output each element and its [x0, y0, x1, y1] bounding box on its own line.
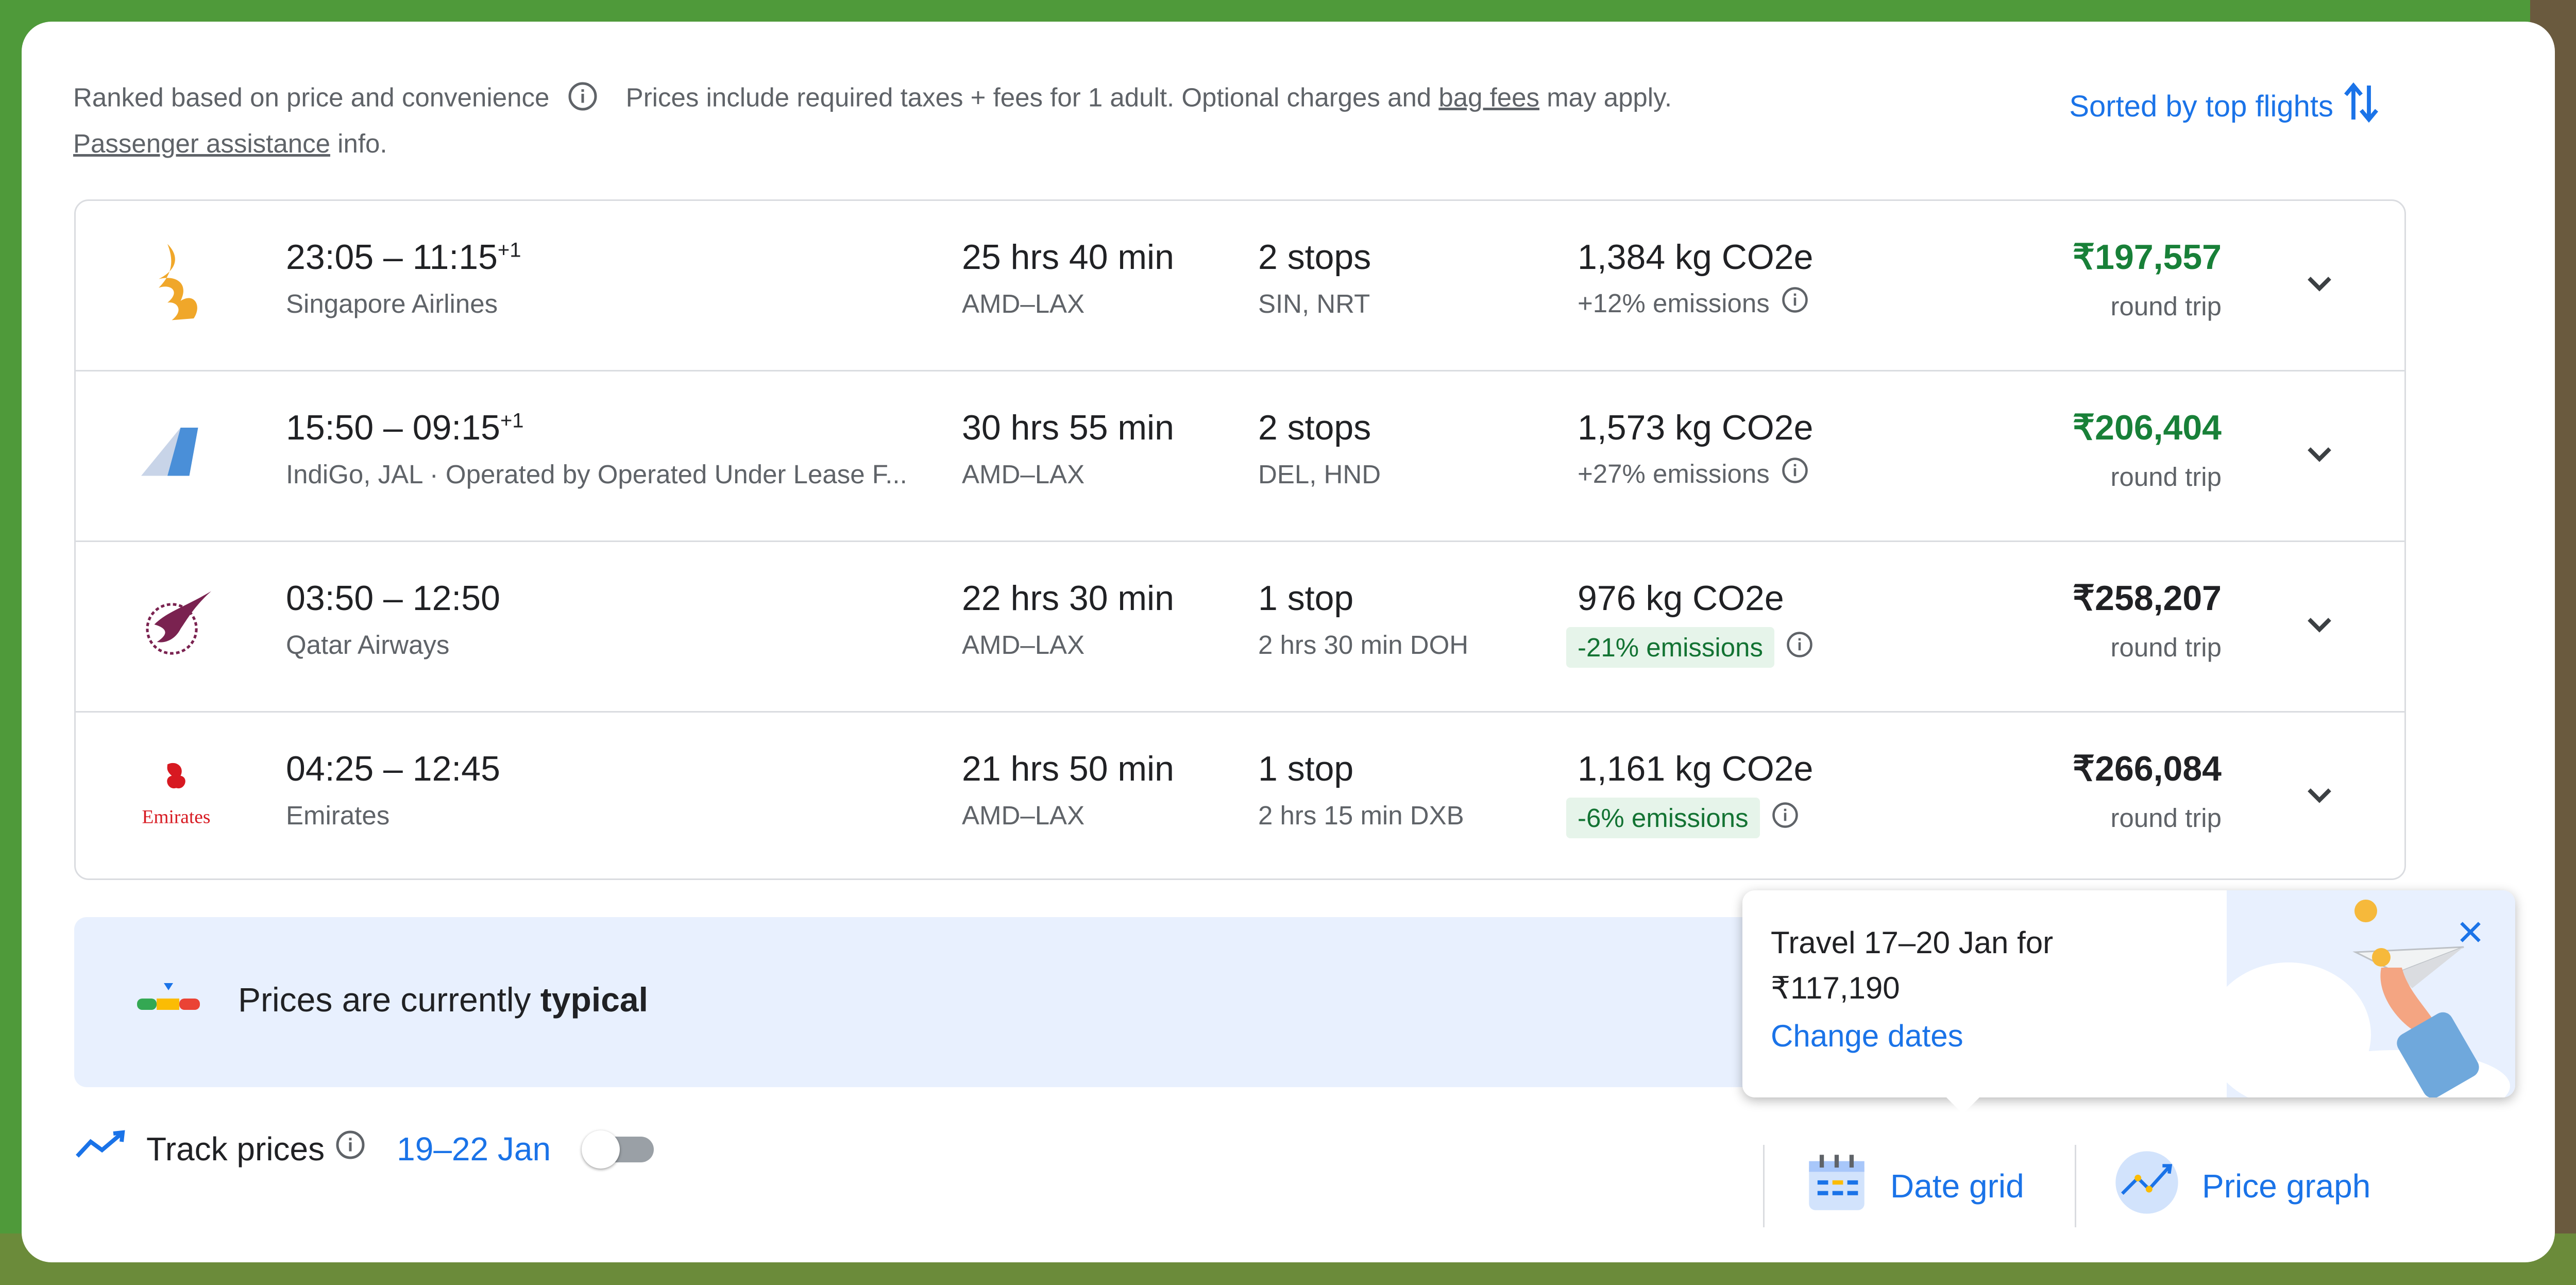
info-icon[interactable]: [1771, 801, 1799, 835]
flight-price: ₹258,207: [2072, 579, 2222, 618]
multi-airline-logo: [132, 410, 220, 498]
stops-count: 2 stops: [1258, 238, 1371, 277]
flight-route: AMD–LAX: [962, 289, 1085, 318]
popup-dates: Travel 17–20 Jan for: [1771, 925, 2054, 960]
co2-value: 976 kg CO2e: [1578, 579, 1784, 618]
popup-pointer: [1942, 1093, 1984, 1114]
info-icon[interactable]: [1781, 286, 1809, 320]
flight-duration: 21 hrs 50 min: [962, 749, 1174, 788]
emirates-logo: Emirates: [132, 751, 220, 839]
flight-times: 04:25 – 12:45: [286, 749, 500, 788]
stops-count: 1 stop: [1258, 579, 1354, 618]
ranking-info: Ranked based on price and convenience Pr…: [73, 81, 1672, 118]
popup-price: ₹117,190: [1771, 971, 1900, 1005]
price-insight-text: Prices are currently typical: [238, 980, 648, 1019]
emissions-label: +27% emissions: [1578, 459, 1770, 488]
stops-count: 1 stop: [1258, 749, 1354, 788]
date-grid-label: Date grid: [1890, 1168, 2024, 1205]
emissions-info: -21% emissions: [1566, 627, 1814, 668]
change-dates-link[interactable]: Change dates: [1771, 1018, 1963, 1054]
qatar-airways-logo: [132, 581, 220, 668]
flight-times: 15:50 – 09:15+1: [286, 408, 524, 447]
flight-row[interactable]: 03:50 – 12:50 Qatar Airways 22 hrs 30 mi…: [76, 542, 2404, 713]
price-graph-icon: [2113, 1149, 2180, 1224]
price-level-icon: [135, 978, 202, 1019]
flight-duration: 30 hrs 55 min: [962, 408, 1174, 447]
bag-fees-link[interactable]: bag fees: [1438, 82, 1539, 112]
trip-type: round trip: [2110, 292, 2222, 321]
track-dates: 19–22 Jan: [397, 1130, 551, 1168]
sort-button[interactable]: Sorted by top flights: [2069, 79, 2380, 133]
price-graph-button[interactable]: Price graph: [2075, 1145, 2370, 1227]
airline-name: Singapore Airlines: [286, 289, 498, 318]
info-icon[interactable]: [1781, 456, 1809, 491]
ranking-text: Ranked based on price and convenience: [73, 82, 550, 112]
popup-message: Travel 17–20 Jan for ₹117,190: [1771, 920, 2053, 1011]
chevron-down-icon[interactable]: [2299, 604, 2340, 645]
svg-text:Emirates: Emirates: [142, 806, 211, 827]
flight-duration: 25 hrs 40 min: [962, 238, 1174, 277]
emissions-label: +12% emissions: [1578, 288, 1770, 318]
emissions-badge: -21% emissions: [1566, 627, 1774, 668]
trip-type: round trip: [2110, 462, 2222, 492]
may-apply-text: may apply.: [1547, 82, 1672, 112]
emissions-info: +27% emissions: [1578, 456, 1809, 491]
close-icon: [2460, 922, 2481, 942]
chevron-down-icon[interactable]: [2299, 433, 2340, 475]
trend-line-icon: [74, 1129, 126, 1168]
stop-detail: 2 hrs 15 min DXB: [1258, 801, 1464, 830]
passenger-info: Passenger assistance info.: [73, 128, 387, 159]
airline-name: Qatar Airways: [286, 630, 450, 660]
flight-row[interactable]: 23:05 – 11:15+1 Singapore Airlines 25 hr…: [76, 201, 2404, 371]
date-suggestion-popup: Travel 17–20 Jan for ₹117,190 Change dat…: [1742, 890, 2515, 1097]
chevron-down-icon[interactable]: [2299, 774, 2340, 816]
airline-name: Emirates: [286, 801, 390, 830]
info-suffix: info.: [337, 129, 387, 158]
track-prices: Track prices 19–22 Jan: [74, 1129, 654, 1169]
info-icon[interactable]: [335, 1129, 366, 1168]
track-prices-label: Track prices: [146, 1130, 325, 1168]
flight-results-list: 23:05 – 11:15+1 Singapore Airlines 25 hr…: [74, 199, 2406, 880]
stop-detail: SIN, NRT: [1258, 289, 1370, 318]
flight-route: AMD–LAX: [962, 630, 1085, 660]
calendar-icon: [1805, 1151, 1869, 1222]
sort-label: Sorted by top flights: [2069, 89, 2333, 123]
emissions-info: -6% emissions: [1566, 798, 1799, 838]
flight-times: 03:50 – 12:50: [286, 579, 500, 618]
co2-value: 1,384 kg CO2e: [1578, 238, 1814, 277]
stop-detail: 2 hrs 30 min DOH: [1258, 630, 1469, 660]
price-graph-label: Price graph: [2202, 1168, 2371, 1205]
flight-price: ₹197,557: [2072, 238, 2222, 277]
airline-name: IndiGo, JAL · Operated by Operated Under…: [286, 460, 907, 489]
info-icon[interactable]: [567, 81, 598, 118]
passenger-assistance-link[interactable]: Passenger assistance: [73, 129, 330, 158]
info-icon[interactable]: [1786, 631, 1814, 665]
flight-times: 23:05 – 11:15+1: [286, 238, 521, 277]
chevron-down-icon[interactable]: [2299, 263, 2340, 304]
stops-count: 2 stops: [1258, 408, 1371, 447]
co2-value: 1,573 kg CO2e: [1578, 408, 1814, 447]
flight-row[interactable]: 15:50 – 09:15+1 IndiGo, JAL · Operated b…: [76, 371, 2404, 542]
flight-route: AMD–LAX: [962, 801, 1085, 830]
trip-type: round trip: [2110, 803, 2222, 833]
price-level: typical: [540, 980, 648, 1019]
flight-route: AMD–LAX: [962, 460, 1085, 489]
popup-close-button[interactable]: [2455, 917, 2486, 948]
flight-price: ₹266,084: [2072, 749, 2222, 788]
flight-row[interactable]: Emirates 04:25 – 12:45 Emirates 21 hrs 5…: [76, 713, 2404, 882]
flights-panel: Ranked based on price and convenience Pr…: [22, 22, 2555, 1262]
singapore-airlines-logo: [132, 240, 220, 327]
emissions-badge: -6% emissions: [1566, 798, 1760, 838]
flight-price: ₹206,404: [2072, 408, 2222, 447]
flight-duration: 22 hrs 30 min: [962, 579, 1174, 618]
co2-value: 1,161 kg CO2e: [1578, 749, 1814, 788]
emissions-info: +12% emissions: [1578, 286, 1809, 320]
sort-arrows-icon: [2343, 79, 2380, 133]
close-icon[interactable]: [2165, 916, 2196, 947]
trip-type: round trip: [2110, 633, 2222, 662]
taxes-text: Prices include required taxes + fees for…: [625, 82, 1432, 112]
stop-detail: DEL, HND: [1258, 460, 1381, 489]
date-grid-button[interactable]: Date grid: [1763, 1145, 2024, 1227]
track-prices-toggle[interactable]: [582, 1130, 654, 1169]
